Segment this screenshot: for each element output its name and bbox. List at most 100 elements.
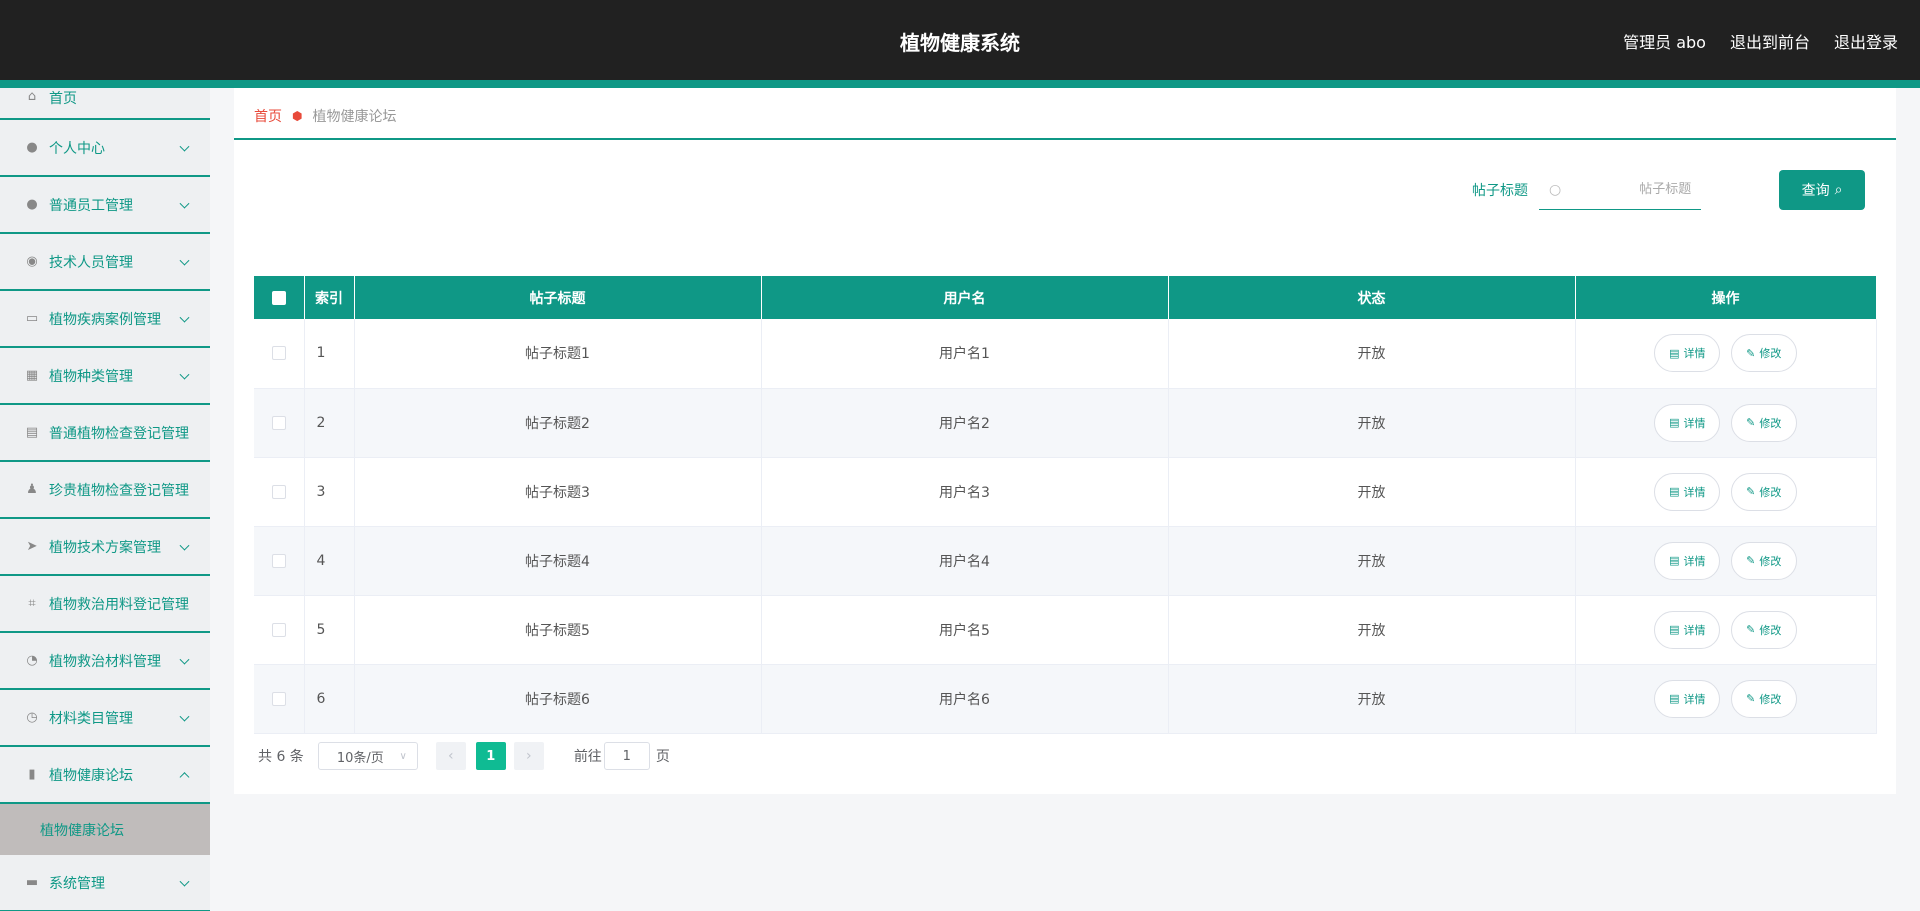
search-button-label: 查询	[1801, 183, 1830, 199]
sidebar-item-material-categories[interactable]: ◷ 材料类目管理	[0, 690, 210, 747]
cell-actions: ▤ 详情 ✎ 修改	[1575, 526, 1877, 596]
detail-button[interactable]: ▤ 详情	[1654, 334, 1721, 373]
table-row: 6 帖子标题6 用户名6 开放 ▤ 详情 ✎ 修改	[254, 664, 1877, 734]
sidebar-item-label: 普通植物检查登记管理	[49, 425, 189, 442]
user-icon: ●	[26, 197, 38, 212]
cell-status: 开放	[1168, 664, 1576, 734]
edit-icon: ✎	[1746, 623, 1756, 636]
cell-user: 用户名2	[761, 388, 1169, 458]
sidebar-item-home[interactable]: ⌂ 首页	[0, 88, 210, 120]
detail-button[interactable]: ▤ 详情	[1654, 541, 1721, 580]
document-icon: ▤	[1669, 554, 1680, 567]
clock-icon: ◷	[26, 710, 38, 725]
header-accent-bar	[0, 80, 1920, 88]
sidebar-item-label: 系统管理	[49, 875, 105, 892]
cell-index: 5	[304, 595, 355, 665]
chevron-down-icon: ∨	[399, 750, 407, 762]
document-icon: ▤	[1669, 416, 1680, 429]
cell-user: 用户名6	[761, 664, 1169, 734]
card-icon: ▤	[25, 425, 39, 440]
cell-user: 用户名3	[761, 457, 1169, 527]
cell-title: 帖子标题6	[354, 664, 762, 734]
row-checkbox[interactable]	[271, 622, 286, 637]
sidebar-item-treatment-usage[interactable]: ⌗ 植物救治用料登记管理	[0, 576, 210, 633]
search-button[interactable]: 查询 ⌕	[1779, 170, 1865, 210]
detail-button[interactable]: ▤ 详情	[1654, 610, 1721, 649]
row-checkbox[interactable]	[271, 415, 286, 430]
sidebar-subitem-forum[interactable]: 植物健康论坛	[0, 804, 210, 855]
cell-title: 帖子标题2	[354, 388, 762, 458]
table-row: 5 帖子标题5 用户名5 开放 ▤ 详情 ✎ 修改	[254, 595, 1877, 665]
sidebar-item-forum[interactable]: ▮ 植物健康论坛	[0, 747, 210, 804]
document-icon: ▤	[1669, 485, 1680, 498]
search-icon: ⌕	[1834, 182, 1843, 198]
sidebar-item-technicians[interactable]: ◉ 技术人员管理	[0, 234, 210, 291]
sidebar-item-label: 植物救治用料登记管理	[49, 596, 189, 613]
sidebar-item-label: 个人中心	[49, 140, 105, 157]
sidebar-item-rare-check[interactable]: ♟ 珍贵植物检查登记管理	[0, 462, 210, 519]
page-size-select[interactable]: 10条/页 ∨	[317, 742, 418, 770]
chevron-down-icon	[179, 711, 190, 722]
edit-button[interactable]: ✎ 修改	[1730, 610, 1797, 649]
exit-to-front-link[interactable]: 退出到前台	[1730, 29, 1810, 53]
cell-title: 帖子标题4	[354, 526, 762, 596]
search-input-wrapper: ○	[1539, 170, 1701, 210]
logout-link[interactable]: 退出登录	[1834, 29, 1898, 53]
grid-icon: ▦	[25, 368, 39, 383]
cell-actions: ▤ 详情 ✎ 修改	[1575, 664, 1877, 734]
sidebar-item-label: 植物疾病案例管理	[49, 311, 161, 328]
table-row: 4 帖子标题4 用户名4 开放 ▤ 详情 ✎ 修改	[254, 526, 1877, 596]
sidebar-item-system[interactable]: ▬ 系统管理	[0, 855, 210, 911]
row-checkbox[interactable]	[271, 484, 286, 499]
page-number-button[interactable]: 1	[475, 742, 506, 770]
row-checkbox[interactable]	[271, 346, 286, 361]
sidebar-item-profile[interactable]: ● 个人中心	[0, 120, 210, 177]
sidebar-item-disease-cases[interactable]: ▭ 植物疾病案例管理	[0, 291, 210, 348]
sidebar-item-common-check[interactable]: ▤ 普通植物检查登记管理	[0, 405, 210, 462]
search-input[interactable]	[1561, 182, 1692, 197]
edit-button[interactable]: ✎ 修改	[1730, 472, 1797, 511]
table-row: 1 帖子标题1 用户名1 开放 ▤ 详情 ✎ 修改	[254, 319, 1877, 389]
cell-title: 帖子标题3	[354, 457, 762, 527]
row-checkbox[interactable]	[271, 691, 286, 706]
edit-button[interactable]: ✎ 修改	[1730, 541, 1797, 580]
briefcase-icon: ▬	[25, 875, 39, 890]
clipboard-icon: ▮	[28, 767, 36, 782]
table-row: 3 帖子标题3 用户名3 开放 ▤ 详情 ✎ 修改	[254, 457, 1877, 527]
breadcrumb-home-link[interactable]: 首页	[254, 106, 282, 126]
column-header-index: 索引	[304, 276, 355, 319]
cell-index: 3	[304, 457, 355, 527]
row-checkbox[interactable]	[271, 553, 286, 568]
admin-user-label[interactable]: 管理员 abo	[1623, 29, 1706, 53]
table-row: 2 帖子标题2 用户名2 开放 ▤ 详情 ✎ 修改	[254, 388, 1877, 458]
edit-button[interactable]: ✎ 修改	[1730, 334, 1797, 373]
pagination: 共 6 条 10条/页 ∨ ‹ 1 › 前往 页	[258, 742, 670, 770]
cell-status: 开放	[1168, 319, 1576, 389]
detail-button[interactable]: ▤ 详情	[1654, 472, 1721, 511]
document-icon: ▤	[1669, 623, 1680, 636]
prev-page-button[interactable]: ‹	[435, 742, 466, 770]
goto-label: 前往	[573, 749, 602, 765]
edit-button[interactable]: ✎ 修改	[1730, 679, 1797, 718]
sidebar-item-staff[interactable]: ● 普通员工管理	[0, 177, 210, 234]
sidebar-item-label: 珍贵植物检查登记管理	[49, 482, 189, 499]
breadcrumb-current: 植物健康论坛	[312, 109, 397, 125]
edit-button[interactable]: ✎ 修改	[1730, 403, 1797, 442]
goto-page-input[interactable]	[603, 742, 650, 770]
next-page-button[interactable]: ›	[513, 742, 544, 770]
select-all-checkbox[interactable]	[271, 290, 286, 305]
user-icon: ●	[26, 140, 38, 155]
detail-button[interactable]: ▤ 详情	[1654, 679, 1721, 718]
stamp-icon: ♟	[26, 482, 38, 497]
sidebar-item-label: 普通员工管理	[49, 197, 133, 214]
sidebar-item-treatment-materials[interactable]: ◔ 植物救治材料管理	[0, 633, 210, 690]
main-content: 首页 ⬢ 植物健康论坛 帖子标题 ○ 查询 ⌕ 索引 帖子标题 用户名 状态	[234, 88, 1896, 794]
page-size-value: 10条/页	[336, 750, 384, 766]
sidebar-item-tech-plans[interactable]: ➤ 植物技术方案管理	[0, 519, 210, 576]
sidebar-item-plant-types[interactable]: ▦ 植物种类管理	[0, 348, 210, 405]
detail-button[interactable]: ▤ 详情	[1654, 403, 1721, 442]
chevron-down-icon	[179, 540, 190, 551]
sidebar-item-label: 植物技术方案管理	[49, 539, 161, 556]
cell-index: 1	[304, 319, 355, 389]
cell-status: 开放	[1168, 388, 1576, 458]
